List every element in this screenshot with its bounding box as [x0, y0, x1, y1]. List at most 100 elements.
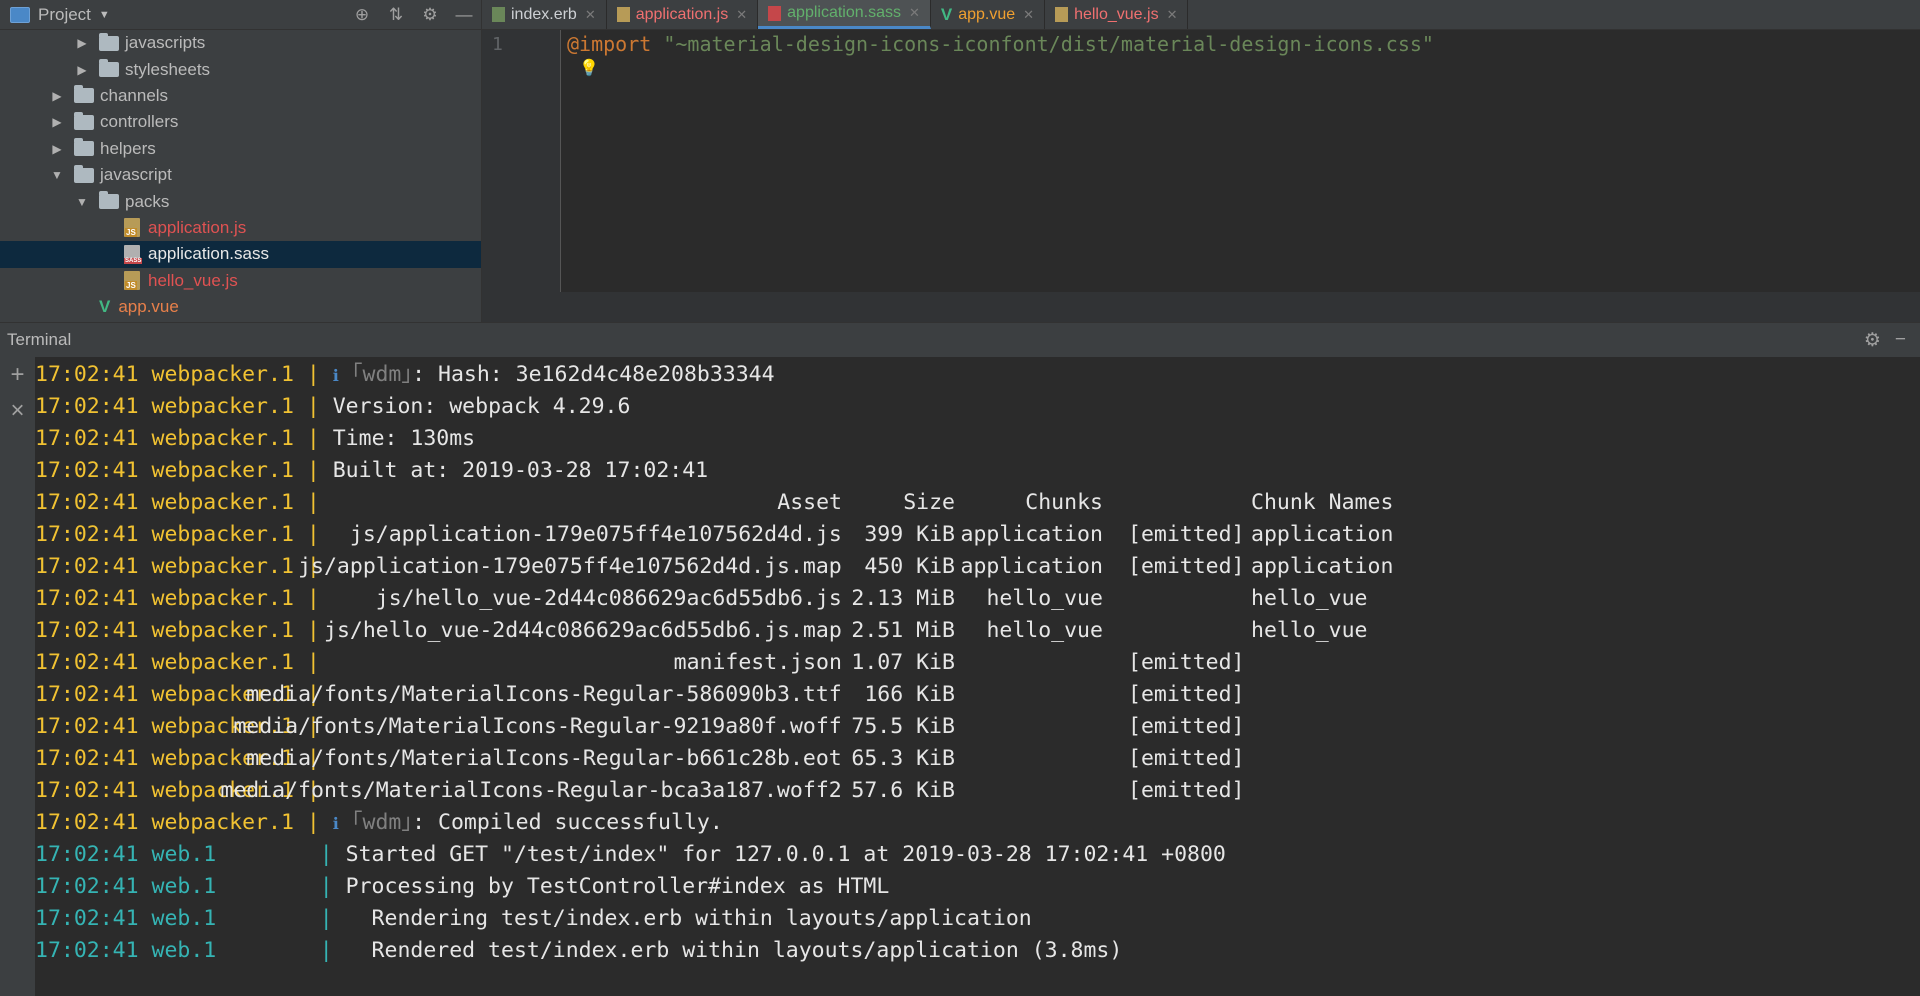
log-message: Rendering test/index.erb within layouts/…	[345, 906, 1032, 931]
editor-tab[interactable]: Vapp.vue ✕	[931, 0, 1046, 29]
code-area[interactable]: @import "~material-design-icons-iconfont…	[567, 30, 1920, 292]
gear-icon[interactable]: ⚙	[413, 5, 447, 25]
minimize-icon[interactable]: —	[447, 5, 481, 25]
log-prefix: 17:02:41 web.1	[35, 938, 307, 963]
chunks-cell: hello_vue	[986, 586, 1103, 611]
chevron-down-icon[interactable]: ▼	[75, 195, 89, 209]
terminal-toolbar: ⚙ −	[1864, 323, 1920, 357]
collapse-all-icon[interactable]: ⇅	[379, 5, 413, 25]
close-icon[interactable]: ✕	[909, 5, 920, 21]
editor-tab[interactable]: hello_vue.js ✕	[1045, 0, 1189, 29]
project-title[interactable]: Project	[38, 5, 91, 25]
tree-item[interactable]: hello_vue.js	[0, 268, 481, 294]
log-separator: |	[293, 490, 333, 515]
project-header[interactable]: Project ▼ ⊕ ⇅ ⚙ —	[0, 0, 481, 30]
close-icon[interactable]: ✕	[585, 7, 596, 23]
chevron-right-icon[interactable]: ▶	[75, 36, 89, 50]
asset-cell: js/hello_vue-2d44c086629ac6d55db6.js	[375, 586, 842, 611]
terminal-output[interactable]: 17:02:41 webpacker.1 | ℹ ｢wdm｣: Hash: 3e…	[35, 357, 1920, 996]
folder-icon	[99, 32, 119, 51]
log-prefix: 17:02:41 webpacker.1	[35, 650, 294, 675]
folder-icon	[74, 85, 94, 104]
asset-cell: js/application-179e075ff4e107562d4d.js.m…	[298, 554, 842, 579]
log-message: Rendered test/index.erb within layouts/a…	[345, 938, 1123, 963]
chunk-names-cell: hello_vue	[1251, 618, 1368, 643]
folder-icon	[74, 111, 94, 130]
gear-icon[interactable]: ⚙	[1864, 329, 1881, 352]
log-prefix: 17:02:41 webpacker.1	[35, 810, 294, 835]
terminal-line: 17:02:41 webpacker.1 | js/hello_vue-2d44…	[35, 583, 1920, 615]
code-line[interactable]: @import "~material-design-icons-iconfont…	[567, 32, 1434, 56]
terminal-line: 17:02:41 webpacker.1 | Version: webpack …	[35, 391, 1920, 423]
editor-tab[interactable]: application.sass ✕	[758, 0, 931, 29]
asset-cell: media/fonts/MaterialIcons-Regular-bca3a1…	[220, 778, 842, 803]
tree-item-label: hello_vue.js	[148, 270, 238, 290]
log-prefix: 17:02:41 webpacker.1	[35, 362, 294, 387]
terminal-line: 17:02:41 webpacker.1 | media/fonts/Mater…	[35, 679, 1920, 711]
close-icon[interactable]: ✕	[1167, 7, 1178, 23]
tree-item[interactable]: application.sass	[0, 241, 481, 268]
chevron-right-icon[interactable]: ▶	[50, 89, 64, 103]
folder-icon	[74, 138, 94, 157]
tree-item[interactable]: ▶ controllers	[0, 109, 481, 135]
log-separator: |	[306, 842, 346, 867]
code-string: "~material-design-icons-iconfont/dist/ma…	[663, 32, 1434, 56]
asset-cell: media/fonts/MaterialIcons-Regular-586090…	[246, 682, 842, 707]
emitted-cell: [emitted]	[1128, 714, 1245, 739]
log-prefix: 17:02:41 webpacker.1	[35, 554, 294, 579]
tab-label: application.js	[635, 5, 729, 23]
tab-label: hello_vue.js	[1074, 5, 1159, 23]
log-separator: |	[293, 522, 333, 547]
asset-cell: manifest.json	[673, 650, 842, 675]
log-separator: |	[293, 650, 333, 675]
log-prefix: 17:02:41 webpacker.1	[35, 522, 294, 547]
size-cell: 65.3 KiB	[851, 746, 955, 771]
tree-item[interactable]: ▼ packs	[0, 188, 481, 214]
log-separator: |	[293, 426, 333, 451]
log-separator: |	[293, 362, 333, 387]
asset-cell: js/application-179e075ff4e107562d4d.js	[349, 522, 842, 547]
close-icon[interactable]: ✕	[736, 7, 747, 23]
tree-item[interactable]: Vapp.vue	[0, 294, 481, 320]
log-separator: |	[293, 586, 333, 611]
locate-icon[interactable]: ⊕	[345, 5, 379, 25]
wdm-tag: ｢wdm｣	[351, 362, 413, 387]
tree-item[interactable]: ▶ channels	[0, 83, 481, 109]
tree-item[interactable]: application.js	[0, 215, 481, 241]
tree-item[interactable]: ▶ helpers	[0, 136, 481, 162]
chevron-right-icon[interactable]: ▶	[50, 142, 64, 156]
log-message: Time: 130ms	[332, 426, 476, 451]
minimize-icon[interactable]: −	[1895, 329, 1906, 351]
tree-item[interactable]: ▶ stylesheets	[0, 56, 481, 82]
close-icon[interactable]: ✕	[1023, 7, 1034, 23]
chevron-down-icon[interactable]: ▼	[99, 9, 110, 21]
size-cell: 399 KiB	[864, 522, 955, 547]
terminal-line: 17:02:41 webpacker.1 | Time: 130ms	[35, 423, 1920, 455]
lightbulb-icon[interactable]: 💡	[579, 58, 599, 77]
size-cell: 2.51 MiB	[851, 618, 955, 643]
editor-gutter: 1	[482, 30, 561, 292]
log-message: Version: webpack 4.29.6	[332, 394, 631, 419]
chevron-down-icon[interactable]: ▼	[50, 168, 64, 182]
tree-item[interactable]: ▶ javascripts	[0, 30, 481, 56]
log-prefix: 17:02:41 web.1	[35, 906, 307, 931]
terminal-title[interactable]: Terminal	[7, 330, 71, 350]
terminal-line: 17:02:41 webpacker.1 | ℹ ｢wdm｣: Compiled…	[35, 807, 1920, 839]
terminal-line: 17:02:41 webpacker.1 | js/hello_vue-2d44…	[35, 615, 1920, 647]
tree-item[interactable]: ▼ javascript	[0, 162, 481, 188]
log-message: Compiled successfully.	[438, 810, 723, 835]
chevron-right-icon[interactable]: ▶	[75, 63, 89, 77]
log-prefix: 17:02:41 web.1	[35, 842, 307, 867]
sass-file-icon	[768, 5, 782, 21]
chevron-right-icon[interactable]: ▶	[50, 115, 64, 129]
editor-tab[interactable]: application.js ✕	[607, 0, 759, 29]
size-cell: 2.13 MiB	[851, 586, 955, 611]
tree-item-label: application.js	[148, 217, 247, 237]
js-file-icon	[124, 271, 140, 291]
close-icon[interactable]: ×	[0, 393, 35, 429]
line-number: 1	[492, 34, 503, 55]
size-cell: 1.07 KiB	[851, 650, 955, 675]
editor-tab[interactable]: index.erb ✕	[482, 0, 607, 29]
log-message: Hash: 3e162d4c48e208b33344	[438, 362, 775, 387]
new-session-icon[interactable]: +	[0, 357, 35, 393]
